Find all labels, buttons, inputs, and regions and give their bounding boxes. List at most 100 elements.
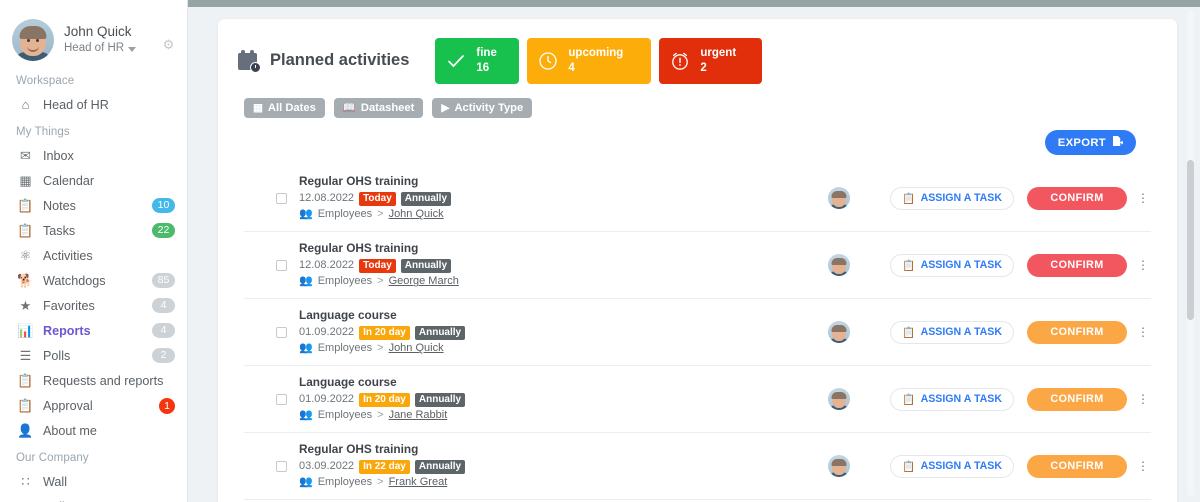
sidebar-item-about-me[interactable]: 👤 About me [0, 418, 187, 443]
sidebar-item-head-of-hr[interactable]: ⌂ Head of HR [0, 92, 187, 117]
table-row[interactable]: Regular OHS training 03.09.2022 In 22 day A… [244, 433, 1151, 500]
confirm-button[interactable]: CONFIRM [1027, 320, 1127, 344]
row-date: 12.08.2022 [299, 258, 355, 271]
people-icon: 👥 [299, 409, 313, 422]
confirm-label: CONFIRM [1050, 326, 1104, 338]
breadcrumb-separator: > [377, 342, 384, 355]
sidebar-item-wall[interactable]: ∷ Wall [0, 469, 187, 494]
avatar[interactable] [828, 388, 851, 410]
filter-chip-label: Datasheet [360, 102, 415, 114]
sidebar-item-watchdogs[interactable]: 🐕 Watchdogs 85 [0, 268, 187, 293]
stat-card-fine[interactable]: fine 16 [435, 37, 520, 84]
person-link[interactable]: John Quick [389, 341, 444, 357]
clipboard-task-icon: 📋 [902, 259, 916, 272]
kebab-menu-icon[interactable]: ⋮ [1135, 259, 1151, 271]
scope-label: Employees [317, 208, 373, 221]
row-date: 01.09.2022 [299, 392, 355, 405]
row-date: 01.09.2022 [299, 325, 355, 338]
sidebar-item-label: Notes [43, 198, 76, 213]
scrollbar-thumb[interactable] [1187, 160, 1194, 320]
avatar[interactable] [828, 254, 851, 276]
sidebar-item-label: Tasks [43, 223, 76, 238]
confirm-button[interactable]: CONFIRM [1027, 387, 1127, 411]
stat-label: upcoming [568, 46, 624, 59]
row-meta: 01.09.2022 In 20 day Annually [299, 392, 828, 408]
person-link[interactable]: George March [389, 274, 459, 290]
clipboard-icon: 📋 [17, 373, 34, 388]
profile-role[interactable]: Head of HR [64, 41, 137, 55]
assign-task-button[interactable]: 📋 ASSIGN A TASK [890, 186, 1014, 210]
sidebar-item-notes[interactable]: 📋 Notes 10 [0, 193, 187, 218]
table-row[interactable]: Regular OHS training 12.08.2022 Today Annua… [244, 165, 1151, 232]
sidebar-item-label: Calendar [43, 173, 95, 188]
repeat-badge: Annually [400, 258, 452, 273]
chevron-down-icon[interactable] [128, 46, 137, 52]
kebab-menu-icon[interactable]: ⋮ [1135, 192, 1151, 204]
assign-task-button[interactable]: 📋 ASSIGN A TASK [890, 387, 1014, 411]
table-row[interactable]: Regular OHS training 12.08.2022 Today Annua… [244, 232, 1151, 299]
person-link[interactable]: Jane Rabbit [389, 408, 448, 424]
row-meta: 03.09.2022 In 22 day Annually [299, 459, 828, 475]
row-checkbox[interactable] [276, 393, 287, 405]
sidebar-item-label: Activities [43, 248, 93, 263]
table-row[interactable]: Language course 01.09.2022 In 20 day Annual… [244, 299, 1151, 366]
person-icon: 👤 [17, 423, 34, 438]
sidebar-item-reports[interactable]: 📊 Reports 4 [0, 318, 187, 343]
scope-label: Employees [317, 409, 373, 422]
sidebar-item-badge: 2 [152, 348, 175, 363]
sidebar-item-favorites[interactable]: ★ Favorites 4 [0, 293, 187, 318]
confirm-button[interactable]: CONFIRM [1027, 186, 1127, 210]
assign-task-label: ASSIGN A TASK [920, 192, 1002, 204]
sidebar-item-badge: 22 [152, 223, 175, 238]
sidebar-item-inbox[interactable]: ✉ Inbox [0, 143, 187, 168]
person-link[interactable]: Frank Great [389, 475, 448, 491]
clipboard-icon: 📋 [17, 198, 34, 213]
kebab-menu-icon[interactable]: ⋮ [1135, 393, 1151, 405]
confirm-label: CONFIRM [1050, 259, 1104, 271]
avatar[interactable] [828, 455, 851, 477]
avatar[interactable] [828, 321, 851, 343]
stat-text: upcoming 4 [568, 46, 623, 75]
row-content: Language course 01.09.2022 In 20 day Annual… [299, 307, 828, 357]
row-checkbox[interactable] [276, 326, 287, 338]
sidebar-item-colleagues[interactable]: 👥Colleagues [0, 494, 187, 502]
sidebar-item-activities[interactable]: ⚛ Activities [0, 243, 187, 268]
table-row[interactable]: Language course 01.09.2022 In 20 day Annual… [244, 366, 1151, 433]
sidebar-nav: Workspace ⌂ Head of HR My Things ✉ Inbox ▦ Cale… [0, 66, 187, 502]
assign-task-button[interactable]: 📋 ASSIGN A TASK [890, 253, 1014, 277]
sidebar-item-label: Reports [43, 323, 91, 338]
calendar-clock-icon [238, 49, 261, 73]
calendar-icon: ▦ [19, 173, 32, 188]
stat-card-upcoming[interactable]: upcoming 4 [527, 37, 652, 84]
row-checkbox[interactable] [276, 460, 287, 472]
filter-chip-activity-type[interactable]: ▶ Activity Type [432, 98, 533, 118]
filter-chip-all-dates[interactable]: ▦ All Dates [244, 98, 325, 118]
confirm-button[interactable]: CONFIRM [1027, 454, 1127, 478]
sidebar-item-tasks[interactable]: 📋 Tasks 22 [0, 218, 187, 243]
sidebar-item-badge: 4 [152, 298, 175, 313]
assign-task-button[interactable]: 📋 ASSIGN A TASK [890, 320, 1014, 344]
status-badge: In 22 day [359, 459, 410, 474]
export-button[interactable]: EXPORT [1044, 130, 1136, 155]
person-link[interactable]: John Quick [389, 207, 444, 223]
scope-label: Employees [317, 275, 373, 288]
stat-card-urgent[interactable]: urgent 2 [659, 37, 763, 84]
avatar[interactable] [12, 19, 54, 61]
sidebar-item-requests-and-reports[interactable]: 📋 Requests and reports [0, 368, 187, 393]
sidebar-item-approval[interactable]: 📋 Approval 1 [0, 393, 187, 418]
assign-task-button[interactable]: 📋 ASSIGN A TASK [890, 454, 1014, 478]
profile-block[interactable]: John Quick Head of HR ⚙ [0, 14, 187, 66]
people-icon: 👥 [299, 208, 313, 221]
kebab-menu-icon[interactable]: ⋮ [1135, 460, 1151, 472]
sidebar-item-calendar[interactable]: ▦ Calendar [0, 168, 187, 193]
filter-chip-datasheet[interactable]: 📖 Datasheet [333, 98, 424, 118]
gear-icon[interactable]: ⚙ [162, 38, 175, 51]
avatar[interactable] [828, 187, 851, 209]
sidebar-group-label: Our Company [16, 452, 89, 464]
row-checkbox[interactable] [276, 192, 287, 204]
stat-label: urgent [700, 46, 737, 59]
confirm-button[interactable]: CONFIRM [1027, 253, 1127, 277]
sidebar-item-polls[interactable]: ☰ Polls 2 [0, 343, 187, 368]
row-checkbox[interactable] [276, 259, 287, 271]
kebab-menu-icon[interactable]: ⋮ [1135, 326, 1151, 338]
